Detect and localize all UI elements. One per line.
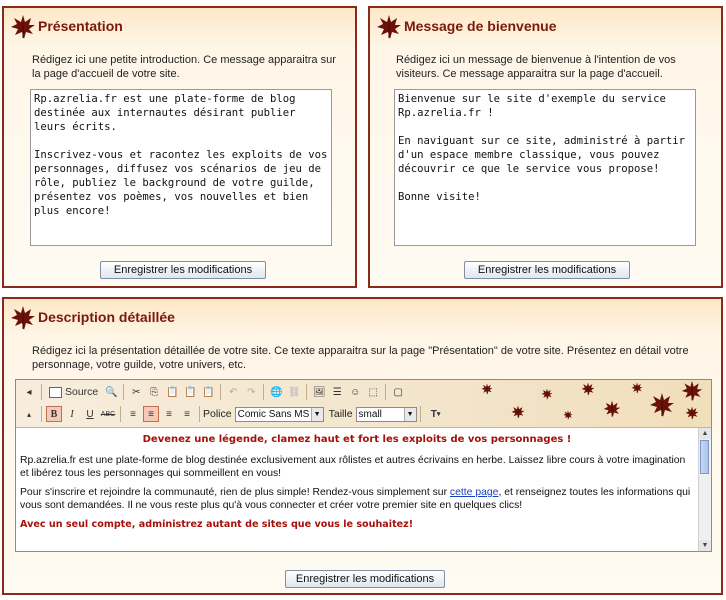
redo-icon[interactable]: ↷ (243, 384, 259, 400)
font-label: Police (203, 408, 232, 420)
signup-link[interactable]: cette page (450, 487, 499, 498)
size-label: Taille (328, 408, 353, 420)
panel-title: Message de bienvenue (404, 18, 557, 34)
underline-icon[interactable]: U (82, 406, 98, 422)
image-icon[interactable]: 🖼 (311, 384, 327, 400)
italic-icon[interactable]: I (64, 406, 80, 422)
undo-icon[interactable]: ↶ (225, 384, 241, 400)
align-left-icon[interactable]: ≡ (125, 406, 141, 422)
save-button[interactable]: Enregistrer les modifications (100, 261, 266, 279)
content-paragraph: Rp.azrelia.fr est une plate-forme de blo… (20, 455, 686, 479)
scroll-down-icon[interactable]: ▼ (699, 540, 711, 551)
rich-text-editor[interactable]: ◂ Source 🔍 ✂ ⎘ 📋 📋 📋 ↶ ↷ 🌐 ⛓ 🖼 ☰ ☺ ⬚ ▢ ▴… (15, 379, 712, 552)
save-button[interactable]: Enregistrer les modifications (464, 261, 630, 279)
horizontal-rule-icon[interactable]: ☰ (329, 384, 345, 400)
bold-icon[interactable]: B (46, 406, 62, 422)
font-select[interactable]: Comic Sans MS ▼ (234, 406, 324, 422)
collapse-marker-icon: ▴ (26, 409, 31, 419)
panel-welcome: Message de bienvenue Rédigez ici un mess… (368, 6, 723, 288)
paste-word-icon[interactable]: 📋 (200, 384, 216, 400)
presentation-textarea[interactable]: Rp.azrelia.fr est une plate-forme de blo… (30, 89, 332, 246)
special-char-icon[interactable]: ⬚ (365, 384, 381, 400)
size-select[interactable]: small ▼ (355, 406, 417, 422)
welcome-textarea[interactable]: Bienvenue sur le site d'exemple du servi… (394, 89, 696, 246)
font-select-value: Comic Sans MS (237, 408, 310, 420)
maple-leaf-icon (10, 305, 36, 331)
cut-icon[interactable]: ✂ (128, 384, 144, 400)
panel-description: Rédigez ici une petite introduction. Ce … (32, 54, 336, 80)
smiley-icon[interactable]: ☺ (347, 384, 363, 400)
toolbar-row-1: ◂ Source 🔍 ✂ ⎘ 📋 📋 📋 ↶ ↷ 🌐 ⛓ 🖼 ☰ ☺ ⬚ ▢ (20, 382, 407, 402)
source-label: Source (65, 386, 99, 398)
unlink-icon[interactable]: ⛓ (286, 384, 302, 400)
text-color-icon[interactable]: T ▾ (425, 406, 447, 422)
maple-leaf-icon (10, 14, 36, 40)
align-right-icon[interactable]: ≡ (161, 406, 177, 422)
maple-leaf-icon (376, 14, 402, 40)
panel-description: Rédigez ici la présentation détaillée de… (32, 345, 689, 371)
maximize-icon[interactable]: ▢ (390, 384, 406, 400)
toolbar-row-2: ▴ B I U ABC ≡ ≡ ≡ ≡ Police Comic Sans MS… (20, 404, 448, 424)
panel-title: Description détaillée (38, 309, 175, 325)
paste-text-icon[interactable]: 📋 (182, 384, 198, 400)
align-center-icon[interactable]: ≡ (143, 406, 159, 422)
panel-title: Présentation (38, 18, 123, 34)
link-icon[interactable]: 🌐 (268, 384, 284, 400)
paste-icon[interactable]: 📋 (164, 384, 180, 400)
paragraph-text: Pour s'inscrire et rejoindre la communau… (20, 487, 450, 498)
editor-toolbar: ◂ Source 🔍 ✂ ⎘ 📋 📋 📋 ↶ ↷ 🌐 ⛓ 🖼 ☰ ☺ ⬚ ▢ ▴… (16, 380, 711, 428)
copy-icon[interactable]: ⎘ (146, 384, 162, 400)
save-button[interactable]: Enregistrer les modifications (285, 570, 445, 588)
align-justify-icon[interactable]: ≡ (179, 406, 195, 422)
strikethrough-icon[interactable]: ABC (100, 406, 116, 422)
scroll-thumb[interactable] (700, 440, 709, 474)
collapse-icon[interactable]: ◂ (21, 384, 37, 400)
preview-icon[interactable]: 🔍 (103, 384, 119, 400)
source-icon[interactable]: Source (46, 384, 101, 400)
panel-description: Rédigez ici un message de bienvenue à l'… (396, 54, 676, 80)
chevron-down-icon: ▼ (403, 407, 416, 421)
content-paragraph-signup: Pour s'inscrire et rejoindre la communau… (20, 486, 694, 512)
content-closing: Avec un seul compte, administrez autant … (20, 519, 414, 530)
size-select-value: small (358, 408, 382, 420)
content-heading: Devenez une légende, clamez haut et fort… (142, 434, 572, 445)
scroll-up-icon[interactable]: ▲ (699, 428, 711, 439)
chevron-down-icon: ▼ (310, 407, 323, 421)
editor-scrollbar[interactable]: ▲ ▼ (698, 428, 711, 551)
leaves-decoration-icon (481, 380, 703, 420)
panel-presentation: Présentation Rédigez ici une petite intr… (2, 6, 357, 288)
editor-content[interactable]: Devenez une légende, clamez haut et fort… (16, 428, 698, 551)
